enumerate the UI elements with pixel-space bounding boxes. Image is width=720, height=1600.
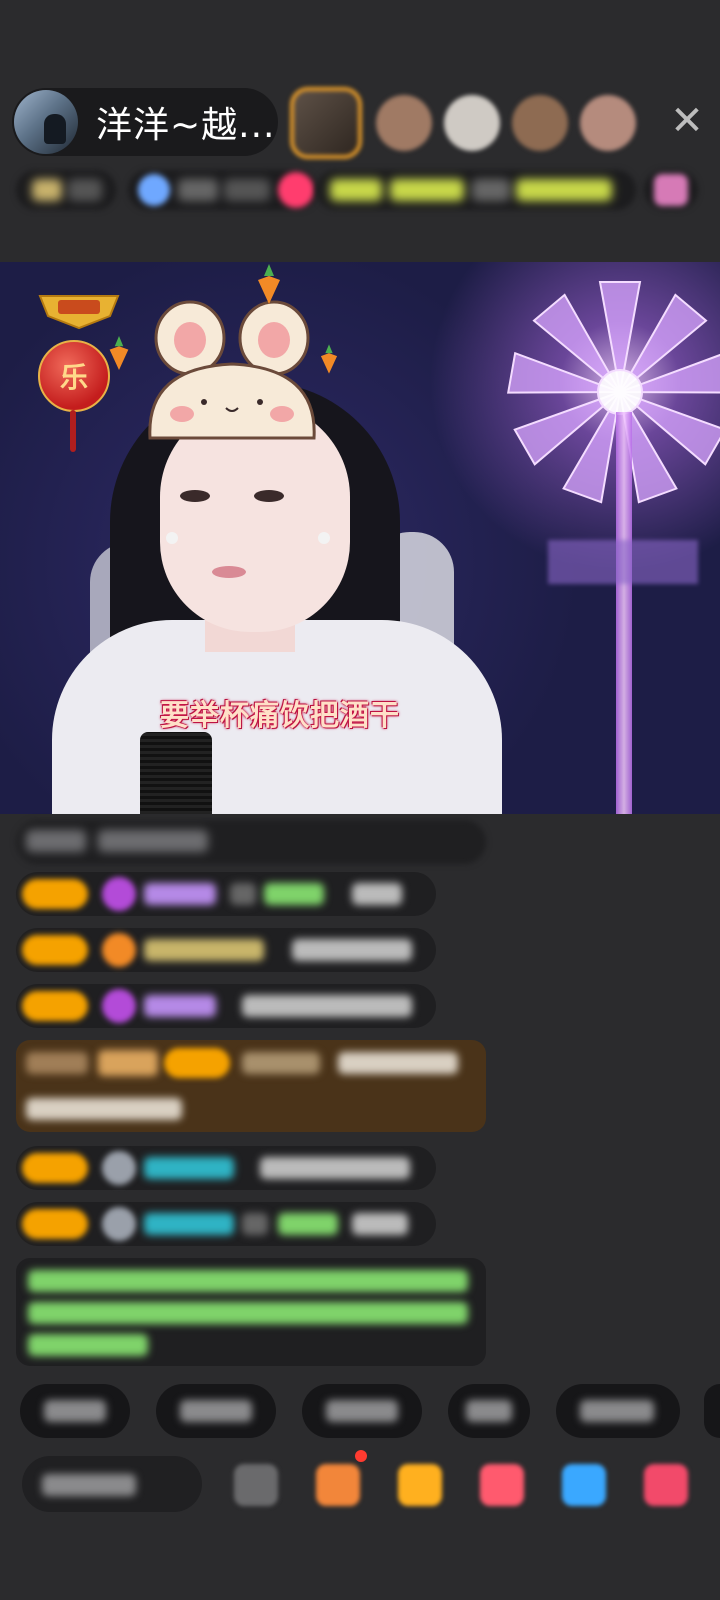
top-viewers-list <box>290 87 648 159</box>
background-sign <box>548 540 698 584</box>
stream-info-row <box>16 170 706 220</box>
chat-message[interactable] <box>16 928 436 972</box>
bunny-sticker-icon <box>148 300 316 440</box>
quick-reply-tag[interactable] <box>448 1384 530 1438</box>
viewer-avatar[interactable] <box>512 95 568 151</box>
more-icon[interactable] <box>234 1464 278 1506</box>
level-badge <box>22 991 88 1021</box>
chat-message[interactable] <box>16 872 436 916</box>
host-avatar[interactable] <box>14 90 78 154</box>
quick-reply-tag[interactable] <box>302 1384 422 1438</box>
level-badge <box>22 935 88 965</box>
live-video[interactable]: 乐 要举杯痛饮把酒干 <box>0 262 720 814</box>
rank-chip[interactable] <box>16 170 116 210</box>
heart-gift-icon[interactable] <box>480 1464 524 1506</box>
gem-icon <box>102 989 136 1023</box>
quick-reply-tag[interactable] <box>156 1384 276 1438</box>
gem-icon <box>102 877 136 911</box>
lyric-subtitle: 要举杯痛饮把酒干 <box>160 698 401 732</box>
quick-reply-tag[interactable] <box>556 1384 680 1438</box>
game-icon[interactable] <box>562 1464 606 1506</box>
guardian-badge[interactable] <box>36 290 122 330</box>
chat-message[interactable] <box>16 1146 436 1190</box>
streamer-eye <box>180 490 210 502</box>
host-name: 洋洋~越... <box>96 105 276 146</box>
earring <box>166 532 178 544</box>
level-badge <box>164 1048 230 1078</box>
level-badge <box>22 879 88 909</box>
avatar <box>102 1151 136 1185</box>
viewer-avatar[interactable] <box>376 95 432 151</box>
carrot-icon <box>258 264 280 304</box>
avatar <box>102 1207 136 1241</box>
tags-chip[interactable] <box>316 170 636 210</box>
quick-reply-tag[interactable] <box>20 1384 130 1438</box>
carrot-icon <box>109 336 129 370</box>
quick-reply-tag[interactable] <box>704 1384 720 1438</box>
pinwheel-pole <box>616 412 632 814</box>
viewer-avatar[interactable] <box>290 87 362 159</box>
lantern-tassel <box>70 410 76 452</box>
streamer-eye <box>254 490 284 502</box>
carrot-icon <box>102 933 136 967</box>
notification-dot <box>355 1450 367 1462</box>
activity-icon[interactable] <box>316 1464 360 1506</box>
viewer-avatar[interactable] <box>580 95 636 151</box>
host-profile-pill[interactable]: 洋洋~越... <box>12 88 278 156</box>
gift-icon[interactable] <box>644 1464 688 1506</box>
level-badge <box>22 1153 88 1183</box>
chat-message[interactable] <box>16 984 436 1028</box>
chat-message-highlight[interactable] <box>16 1040 486 1132</box>
level-badge <box>22 1209 88 1239</box>
chat-message[interactable] <box>16 820 486 864</box>
chat-message[interactable] <box>16 1202 436 1246</box>
close-icon[interactable]: ✕ <box>668 98 706 144</box>
comment-input[interactable] <box>22 1456 202 1512</box>
earring <box>318 532 330 544</box>
activity-chip[interactable] <box>644 170 698 210</box>
popularity-chip[interactable] <box>128 170 318 210</box>
microphone <box>140 732 212 814</box>
system-notice <box>16 1258 486 1366</box>
carrot-icon <box>320 344 338 374</box>
gift-box-icon[interactable] <box>398 1464 442 1506</box>
lantern-icon[interactable]: 乐 <box>38 340 110 412</box>
streamer-lips <box>212 566 246 578</box>
viewer-avatar[interactable] <box>444 95 500 151</box>
pinwheel-decoration <box>507 281 720 504</box>
